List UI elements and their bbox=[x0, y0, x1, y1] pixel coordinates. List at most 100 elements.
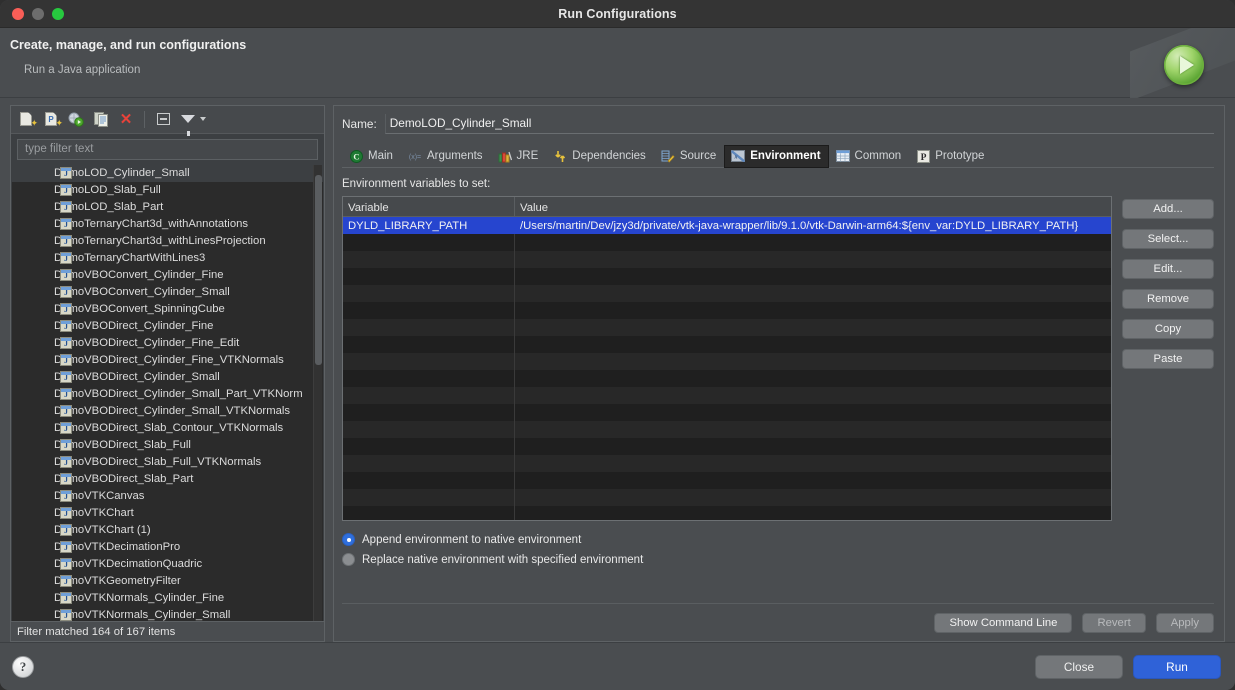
list-item[interactable]: J DemoVBODirect_Cylinder_Fine bbox=[12, 318, 323, 335]
table-row-empty[interactable] bbox=[343, 234, 1111, 251]
configurations-list[interactable]: J DemoLOD_Cylinder_Small J DemoLOD_Slab_Ful… bbox=[12, 164, 323, 622]
list-item[interactable]: J DemoVBODirect_Cylinder_Fine_VTKNormals bbox=[12, 352, 323, 369]
table-row-empty[interactable] bbox=[343, 455, 1111, 472]
table-row-empty[interactable] bbox=[343, 472, 1111, 489]
tab-jre[interactable]: JRE bbox=[491, 145, 547, 168]
tab-main[interactable]: C Main bbox=[342, 145, 401, 168]
tab-common[interactable]: Common bbox=[829, 145, 910, 168]
table-row-empty[interactable] bbox=[343, 268, 1111, 285]
cell-variable bbox=[343, 336, 515, 353]
close-button[interactable]: Close bbox=[1035, 654, 1123, 679]
filter-input[interactable]: type filter text bbox=[17, 138, 318, 160]
duplicate-configuration-icon[interactable] bbox=[90, 108, 112, 130]
list-item[interactable]: J DemoTernaryChart3d_withLinesProjection bbox=[12, 233, 323, 250]
list-item[interactable]: J DemoVBODirect_Slab_Full_VTKNormals bbox=[12, 454, 323, 471]
list-item[interactable]: J DemoTernaryChartWithLines3 bbox=[12, 250, 323, 267]
show-command-line-button[interactable]: Show Command Line bbox=[934, 613, 1073, 633]
new-prototype-icon[interactable]: P ✦ bbox=[40, 108, 63, 130]
help-question-icon[interactable]: ? bbox=[12, 655, 34, 678]
table-body: DYLD_LIBRARY_PATH/Users/martin/Dev/jzy3d… bbox=[343, 217, 1111, 520]
list-item-label: DemoVBODirect_Slab_Contour_VTKNormals bbox=[54, 422, 284, 435]
list-item-label: DemoVBODirect_Slab_Full bbox=[54, 439, 191, 452]
list-item[interactable]: J DemoVTKNormals_Cylinder_Fine bbox=[12, 590, 323, 607]
java-file-icon: J bbox=[60, 167, 72, 180]
list-item[interactable]: J DemoVBODirect_Cylinder_Small_VTKNormals bbox=[12, 403, 323, 420]
list-item-label: DemoVBODirect_Cylinder_Fine bbox=[54, 320, 214, 333]
list-item[interactable]: J DemoLOD_Slab_Part bbox=[12, 199, 323, 216]
list-scrollbar[interactable] bbox=[313, 164, 322, 622]
list-item[interactable]: J DemoVBODirect_Slab_Part bbox=[12, 471, 323, 488]
table-row-empty[interactable] bbox=[343, 285, 1111, 302]
radio-button-icon[interactable] bbox=[342, 533, 355, 546]
list-scrollbar-thumb[interactable] bbox=[315, 174, 322, 365]
tab-prototype[interactable]: P Prototype bbox=[909, 145, 992, 168]
run-button[interactable]: Run bbox=[1133, 654, 1221, 679]
column-header-value[interactable]: Value bbox=[515, 197, 1111, 216]
list-item[interactable]: J DemoVBODirect_Slab_Contour_VTKNormals bbox=[12, 420, 323, 437]
name-input[interactable]: DemoLOD_Cylinder_Small bbox=[384, 114, 1214, 134]
column-header-variable[interactable]: Variable bbox=[343, 197, 515, 216]
tab-dependencies[interactable]: Dependencies bbox=[546, 145, 654, 168]
table-row-empty[interactable] bbox=[343, 404, 1111, 421]
export-configuration-icon[interactable] bbox=[65, 108, 87, 130]
list-item[interactable]: J DemoVBOConvert_Cylinder_Small bbox=[12, 284, 323, 301]
environment-variables-table[interactable]: Variable Value DYLD_LIBRARY_PATH/Users/m… bbox=[342, 196, 1112, 521]
tab-source[interactable]: Source bbox=[654, 145, 724, 168]
list-item[interactable]: J DemoVBODirect_Slab_Full bbox=[12, 437, 323, 454]
table-row-empty[interactable] bbox=[343, 319, 1111, 336]
radio-button-icon[interactable] bbox=[342, 553, 355, 566]
filter-icon[interactable] bbox=[177, 108, 199, 137]
cell-variable bbox=[343, 455, 515, 472]
tab-environment[interactable]: x Environment bbox=[724, 145, 829, 168]
list-item[interactable]: J DemoLOD_Cylinder_Small bbox=[12, 164, 323, 182]
list-item[interactable]: J DemoVTKGeometryFilter bbox=[12, 573, 323, 590]
editor-tabs: C Main (x)= Arguments JRE Dependencies S… bbox=[342, 144, 1214, 168]
java-file-icon: J bbox=[60, 507, 72, 520]
table-row-empty[interactable] bbox=[343, 353, 1111, 370]
paste-button[interactable]: Paste bbox=[1122, 349, 1214, 369]
list-item[interactable]: J DemoVBODirect_Cylinder_Fine_Edit bbox=[12, 335, 323, 352]
list-item[interactable]: J DemoVTKDecimationQuadric bbox=[12, 556, 323, 573]
cell-value bbox=[515, 404, 1111, 421]
list-item[interactable]: J DemoLOD_Slab_Full bbox=[12, 182, 323, 199]
list-item[interactable]: J DemoVBODirect_Cylinder_Small bbox=[12, 369, 323, 386]
list-item[interactable]: J DemoVTKCanvas bbox=[12, 488, 323, 505]
table-row-empty[interactable] bbox=[343, 387, 1111, 404]
edit-button[interactable]: Edit... bbox=[1122, 259, 1214, 279]
table-row-empty[interactable] bbox=[343, 251, 1111, 268]
radio-append-environment[interactable]: Append environment to native environment bbox=[342, 533, 1214, 546]
list-item-label: DemoVBODirect_Slab_Full_VTKNormals bbox=[54, 456, 262, 469]
table-row-empty[interactable] bbox=[343, 421, 1111, 438]
list-item-label: DemoTernaryChart3d_withAnnotations bbox=[54, 218, 249, 231]
table-row-empty[interactable] bbox=[343, 438, 1111, 455]
table-row-empty[interactable] bbox=[343, 370, 1111, 387]
list-item[interactable]: J DemoVBODirect_Cylinder_Small_Part_VTKNo… bbox=[12, 386, 323, 403]
new-configuration-icon[interactable]: ✦ bbox=[15, 108, 38, 130]
table-row-empty[interactable] bbox=[343, 506, 1111, 520]
select-button[interactable]: Select... bbox=[1122, 229, 1214, 249]
list-item[interactable]: J DemoVTKDecimationPro bbox=[12, 539, 323, 556]
table-row-empty[interactable] bbox=[343, 302, 1111, 319]
remove-button[interactable]: Remove bbox=[1122, 289, 1214, 309]
table-row-empty[interactable] bbox=[343, 489, 1111, 506]
tab-arguments[interactable]: (x)= Arguments bbox=[401, 145, 491, 168]
table-row-empty[interactable] bbox=[343, 336, 1111, 353]
chevron-down-icon[interactable] bbox=[200, 117, 206, 122]
list-item[interactable]: J DemoVTKNormals_Cylinder_Small bbox=[12, 607, 323, 622]
collapse-all-icon[interactable] bbox=[152, 108, 174, 130]
list-item[interactable]: J DemoTernaryChart3d_withAnnotations bbox=[12, 216, 323, 233]
page-title: Create, manage, and run configurations bbox=[10, 38, 247, 52]
delete-configuration-icon[interactable]: ✕ bbox=[115, 108, 137, 130]
list-item[interactable]: J DemoVBOConvert_Cylinder_Fine bbox=[12, 267, 323, 284]
copy-button[interactable]: Copy bbox=[1122, 319, 1214, 339]
cell-variable bbox=[343, 387, 515, 404]
list-item[interactable]: J DemoVTKChart (1) bbox=[12, 522, 323, 539]
table-row[interactable]: DYLD_LIBRARY_PATH/Users/martin/Dev/jzy3d… bbox=[343, 217, 1111, 234]
java-file-icon: J bbox=[60, 490, 72, 503]
add-button[interactable]: Add... bbox=[1122, 199, 1214, 219]
radio-replace-environment[interactable]: Replace native environment with specifie… bbox=[342, 553, 1214, 566]
prototype-p-icon: P bbox=[916, 149, 930, 163]
configuration-editor-pane: Name: DemoLOD_Cylinder_Small C Main (x)=… bbox=[333, 105, 1225, 642]
list-item[interactable]: J DemoVBOConvert_SpinningCube bbox=[12, 301, 323, 318]
list-item[interactable]: J DemoVTKChart bbox=[12, 505, 323, 522]
